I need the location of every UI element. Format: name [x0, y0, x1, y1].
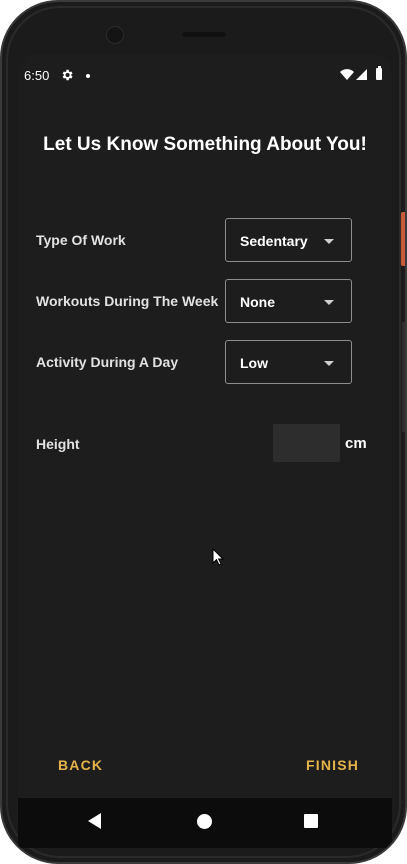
- battery-icon: [376, 66, 382, 80]
- chevron-down-icon: [324, 361, 334, 366]
- signal-icon: [356, 69, 367, 80]
- workouts-dropdown[interactable]: None: [225, 279, 352, 323]
- height-label: Height: [36, 436, 80, 452]
- gear-icon: [62, 69, 73, 81]
- phone-frame: 6:50 Let Us Know Something About You! Ty…: [0, 0, 407, 864]
- page-title: Let Us Know Something About You!: [43, 134, 367, 155]
- recents-square-icon[interactable]: [304, 814, 318, 828]
- type-of-work-value: Sedentary: [240, 233, 308, 249]
- height-input[interactable]: [273, 424, 340, 462]
- mouse-pointer-icon: [212, 548, 224, 566]
- workouts-label: Workouts During The Week: [36, 293, 219, 309]
- status-time: 6:50: [24, 68, 50, 83]
- front-camera: [106, 26, 124, 44]
- finish-button[interactable]: FINISH: [306, 757, 359, 773]
- app-screen: 6:50 Let Us Know Something About You! Ty…: [18, 54, 392, 848]
- home-circle-icon[interactable]: [197, 814, 212, 829]
- notification-dot-icon: [86, 74, 90, 78]
- workouts-value: None: [240, 294, 275, 310]
- earpiece-speaker: [182, 32, 226, 37]
- back-triangle-icon[interactable]: [88, 813, 101, 829]
- system-navigation-bar: [18, 798, 392, 848]
- activity-value: Low: [240, 355, 268, 371]
- wifi-icon: [340, 69, 354, 80]
- back-button[interactable]: BACK: [58, 757, 103, 773]
- height-unit: cm: [345, 435, 367, 452]
- chevron-down-icon: [324, 239, 334, 244]
- power-button: [401, 212, 405, 266]
- type-of-work-label: Type Of Work: [36, 232, 126, 248]
- activity-label: Activity During A Day: [36, 354, 179, 370]
- type-of-work-dropdown[interactable]: Sedentary: [225, 218, 352, 262]
- status-bar: 6:50: [18, 54, 392, 96]
- volume-button: [402, 322, 405, 432]
- chevron-down-icon: [324, 300, 334, 305]
- activity-dropdown[interactable]: Low: [225, 340, 352, 384]
